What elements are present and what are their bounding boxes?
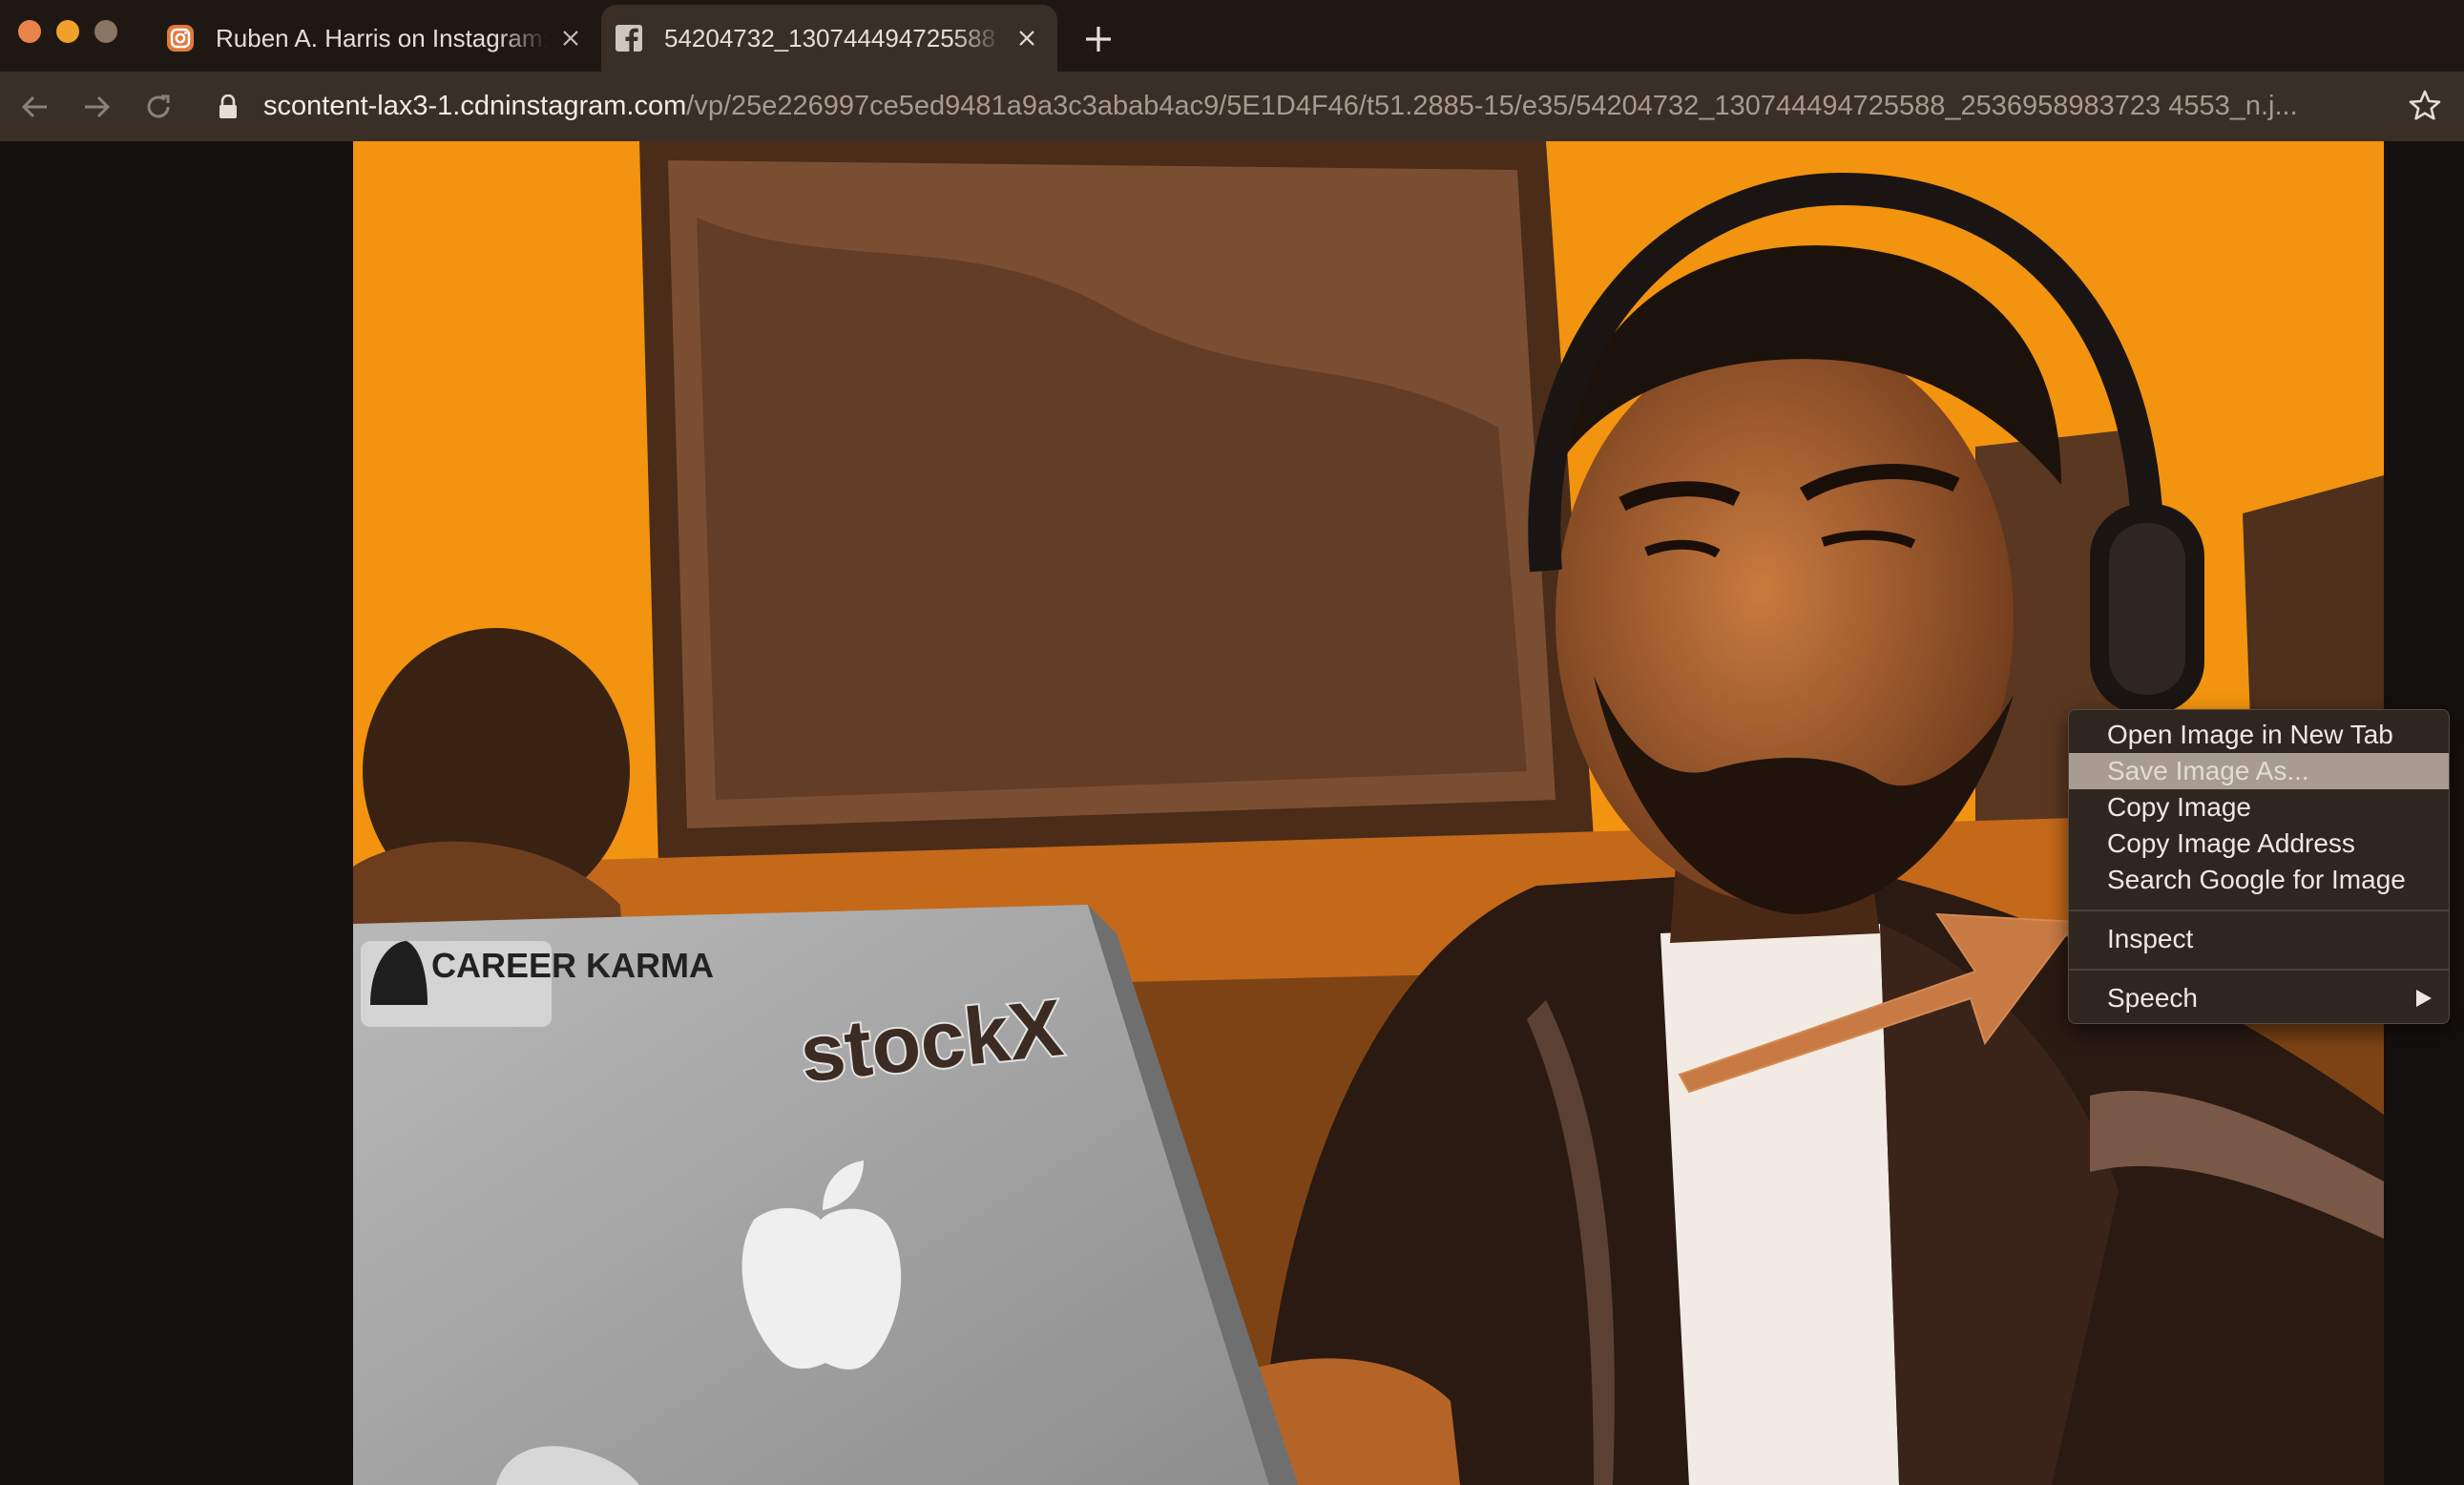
menu-item-copy-image-address[interactable]: Copy Image Address bbox=[2069, 826, 2449, 862]
window-minimize-button[interactable] bbox=[56, 20, 79, 43]
close-icon[interactable] bbox=[559, 27, 582, 50]
menu-item-copy-image[interactable]: Copy Image bbox=[2069, 789, 2449, 826]
back-arrow-icon[interactable] bbox=[17, 89, 53, 125]
window-maximize-button[interactable] bbox=[94, 20, 117, 43]
callout-arrow bbox=[1678, 912, 2078, 1094]
tab-title: Ruben A. Harris on Instagram: bbox=[216, 23, 548, 52]
url-host: scontent-lax3-1.cdninstagram.com bbox=[263, 91, 687, 121]
lock-icon bbox=[219, 94, 237, 118]
menu-item-open-image-new-tab[interactable]: Open Image in New Tab bbox=[2069, 717, 2449, 753]
menu-item-search-google-image[interactable]: Search Google for Image bbox=[2069, 862, 2449, 898]
url-path: /vp/25e226997ce5ed9481a9a3c3abab4ac9/5E1… bbox=[686, 91, 2298, 121]
tab-instagram[interactable]: Ruben A. Harris on Instagram: bbox=[153, 5, 601, 72]
menu-item-speech[interactable]: Speech bbox=[2069, 980, 2449, 1016]
address-bar[interactable]: scontent-lax3-1.cdninstagram.com/vp/25e2… bbox=[218, 81, 2403, 132]
forward-arrow-icon[interactable] bbox=[78, 89, 115, 125]
window-close-button[interactable] bbox=[18, 20, 41, 43]
tab-title: 54204732_130744494725588 bbox=[664, 23, 996, 52]
close-icon[interactable] bbox=[1015, 27, 1038, 50]
context-menu: Open Image in New Tab Save Image As... C… bbox=[2068, 709, 2450, 1024]
menu-item-save-image-as[interactable]: Save Image As... bbox=[2069, 753, 2449, 789]
tab-image[interactable]: 54204732_130744494725588 bbox=[601, 5, 1057, 72]
menu-separator bbox=[2069, 969, 2449, 971]
bookmark-star-icon[interactable] bbox=[2407, 88, 2443, 124]
reload-icon[interactable] bbox=[140, 89, 177, 125]
instagram-icon bbox=[167, 25, 194, 52]
facebook-icon bbox=[616, 25, 642, 52]
menu-separator bbox=[2069, 910, 2449, 911]
sticker-career-karma: CAREER KARMA bbox=[431, 946, 714, 985]
tab-strip: Ruben A. Harris on Instagram: 54204732_1… bbox=[0, 0, 2464, 72]
menu-item-speech-label: Speech bbox=[2107, 983, 2198, 1013]
browser-toolbar: scontent-lax3-1.cdninstagram.com/vp/25e2… bbox=[0, 72, 2464, 141]
menu-item-inspect[interactable]: Inspect bbox=[2069, 921, 2449, 957]
submenu-arrow-icon bbox=[2416, 990, 2432, 1007]
new-tab-button[interactable] bbox=[1082, 23, 1115, 55]
